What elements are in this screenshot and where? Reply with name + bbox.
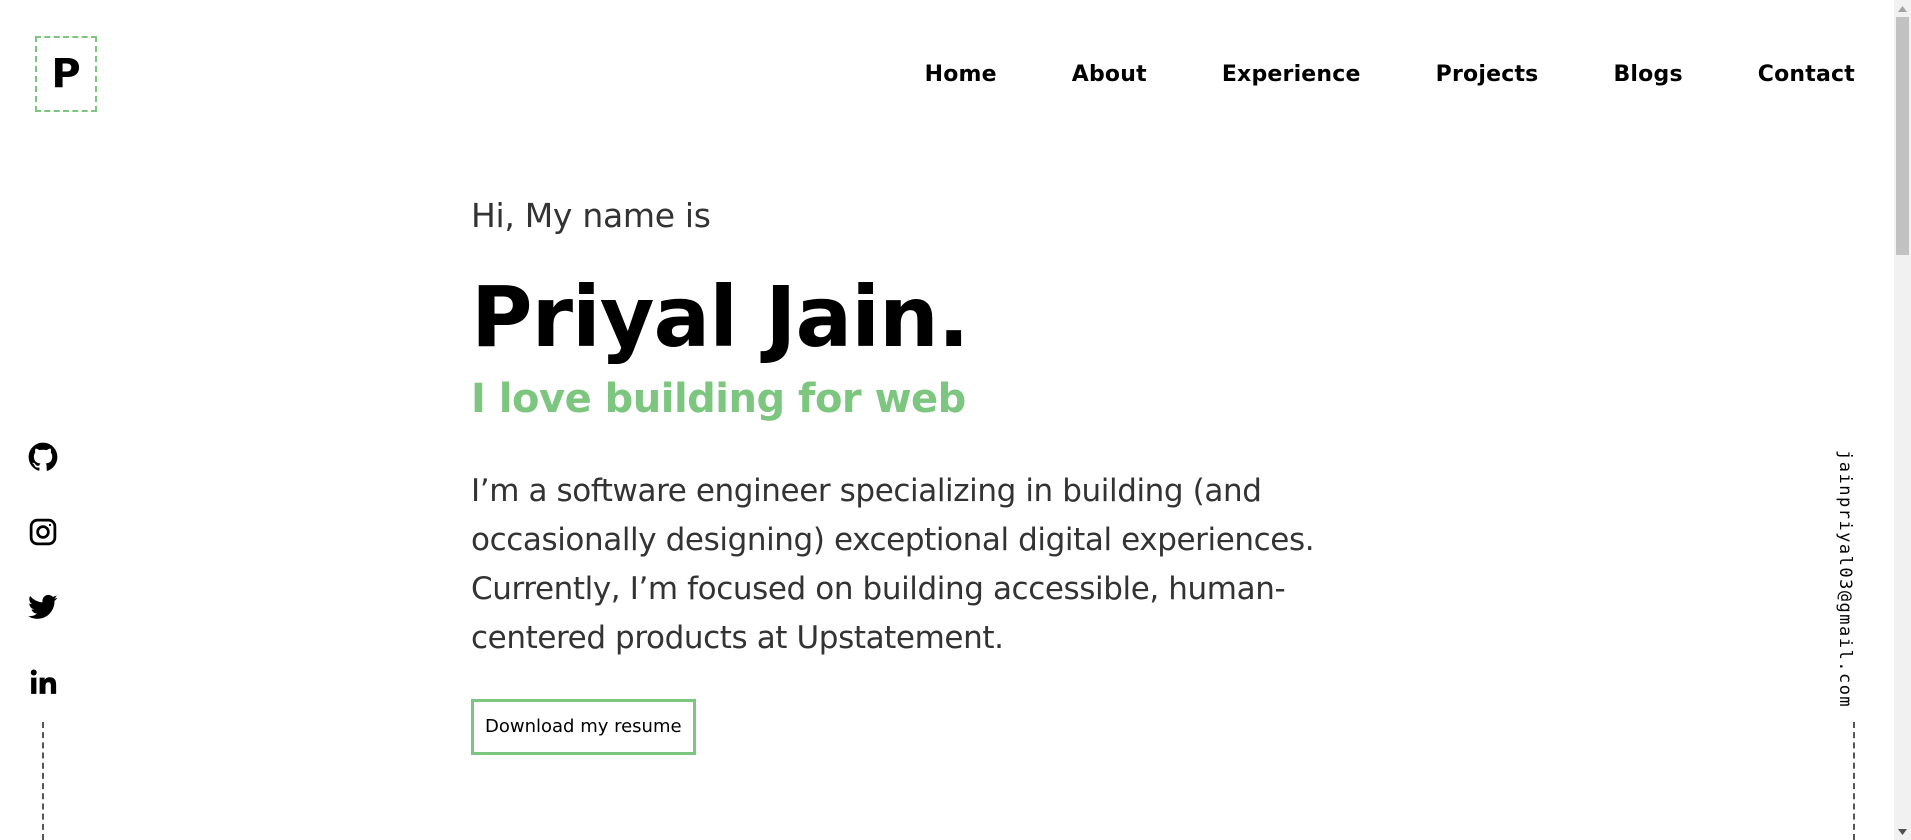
nav-home[interactable]: Home — [925, 62, 997, 87]
hero-bio: I’m a software engineer specializing in … — [471, 473, 1315, 656]
left-divider-line — [42, 722, 44, 840]
hero-name: Priyal Jain. — [471, 268, 970, 366]
linkedin-icon[interactable] — [28, 667, 58, 697]
page: P Home About Experience Projects Blogs C… — [0, 0, 1911, 840]
scroll-down-arrow-icon[interactable] — [1894, 823, 1911, 840]
hero-tagline: I love building for web — [471, 376, 966, 422]
nav-projects[interactable]: Projects — [1436, 62, 1539, 87]
email-sidebar: jainpriyal03@gmail.com — [1835, 450, 1865, 840]
github-icon[interactable] — [28, 442, 58, 472]
hero-section: Hi, My name is Priyal Jain. I love build… — [471, 196, 1391, 755]
right-divider-line — [1853, 722, 1855, 840]
email-link[interactable]: jainpriyal03@gmail.com — [1835, 450, 1855, 708]
twitter-icon[interactable] — [28, 592, 58, 622]
hero-greeting: Hi, My name is — [471, 196, 711, 235]
nav-blogs[interactable]: Blogs — [1613, 62, 1682, 87]
scrollbar[interactable] — [1894, 0, 1911, 840]
nav-experience[interactable]: Experience — [1222, 62, 1361, 87]
nav-contact[interactable]: Contact — [1758, 62, 1855, 87]
scrollbar-thumb[interactable] — [1896, 17, 1909, 255]
download-resume-button[interactable]: Download my resume — [471, 699, 696, 755]
scroll-up-arrow-icon[interactable] — [1894, 0, 1911, 17]
main-nav: Home About Experience Projects Blogs Con… — [850, 62, 1855, 87]
instagram-icon[interactable] — [28, 517, 58, 547]
social-links — [26, 442, 60, 742]
nav-about[interactable]: About — [1072, 62, 1147, 87]
logo[interactable]: P — [35, 36, 97, 112]
